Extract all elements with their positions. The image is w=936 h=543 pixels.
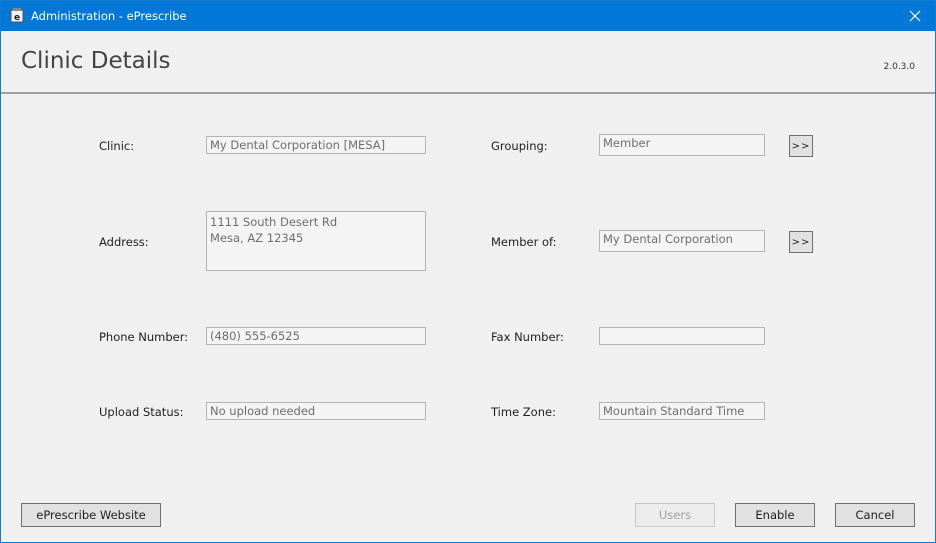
- close-button[interactable]: [895, 1, 935, 31]
- header-divider: [1, 92, 935, 94]
- cancel-button[interactable]: Cancel: [835, 503, 915, 527]
- title-bar[interactable]: e Administration - ePrescribe: [1, 1, 935, 31]
- users-button[interactable]: Users: [635, 503, 715, 527]
- upload-status-label: Upload Status:: [99, 405, 184, 419]
- page-title: Clinic Details: [21, 48, 171, 74]
- time-zone-label: Time Zone:: [491, 405, 556, 419]
- fax-field[interactable]: [599, 327, 765, 345]
- member-of-expand-button[interactable]: >>: [789, 231, 813, 253]
- eprescribe-app-icon: e: [10, 8, 24, 23]
- grouping-expand-button[interactable]: >>: [789, 135, 813, 157]
- address-field[interactable]: 1111 South Desert Rd Mesa, AZ 12345: [206, 211, 426, 271]
- grouping-label: Grouping:: [491, 139, 548, 153]
- close-icon: [909, 7, 921, 26]
- time-zone-field[interactable]: Mountain Standard Time: [599, 402, 765, 420]
- clinic-field[interactable]: My Dental Corporation [MESA]: [206, 136, 426, 154]
- member-of-label: Member of:: [491, 235, 557, 249]
- page-header: Clinic Details 2.0.3.0: [1, 31, 935, 92]
- enable-button[interactable]: Enable: [735, 503, 815, 527]
- fax-label: Fax Number:: [491, 330, 564, 344]
- version-label: 2.0.3.0: [883, 62, 916, 72]
- upload-status-field[interactable]: No upload needed: [206, 402, 426, 420]
- address-label: Address:: [99, 235, 149, 249]
- member-of-field[interactable]: My Dental Corporation: [599, 230, 765, 252]
- window-title: Administration - ePrescribe: [31, 9, 187, 23]
- grouping-field[interactable]: Member: [599, 134, 765, 156]
- phone-label: Phone Number:: [99, 330, 189, 344]
- clinic-label: Clinic:: [99, 139, 135, 153]
- svg-text:e: e: [14, 13, 20, 23]
- eprescribe-website-button[interactable]: ePrescribe Website: [21, 503, 161, 527]
- admin-window: e Administration - ePrescribe Clinic Det…: [0, 0, 936, 543]
- phone-field[interactable]: (480) 555-6525: [206, 327, 426, 345]
